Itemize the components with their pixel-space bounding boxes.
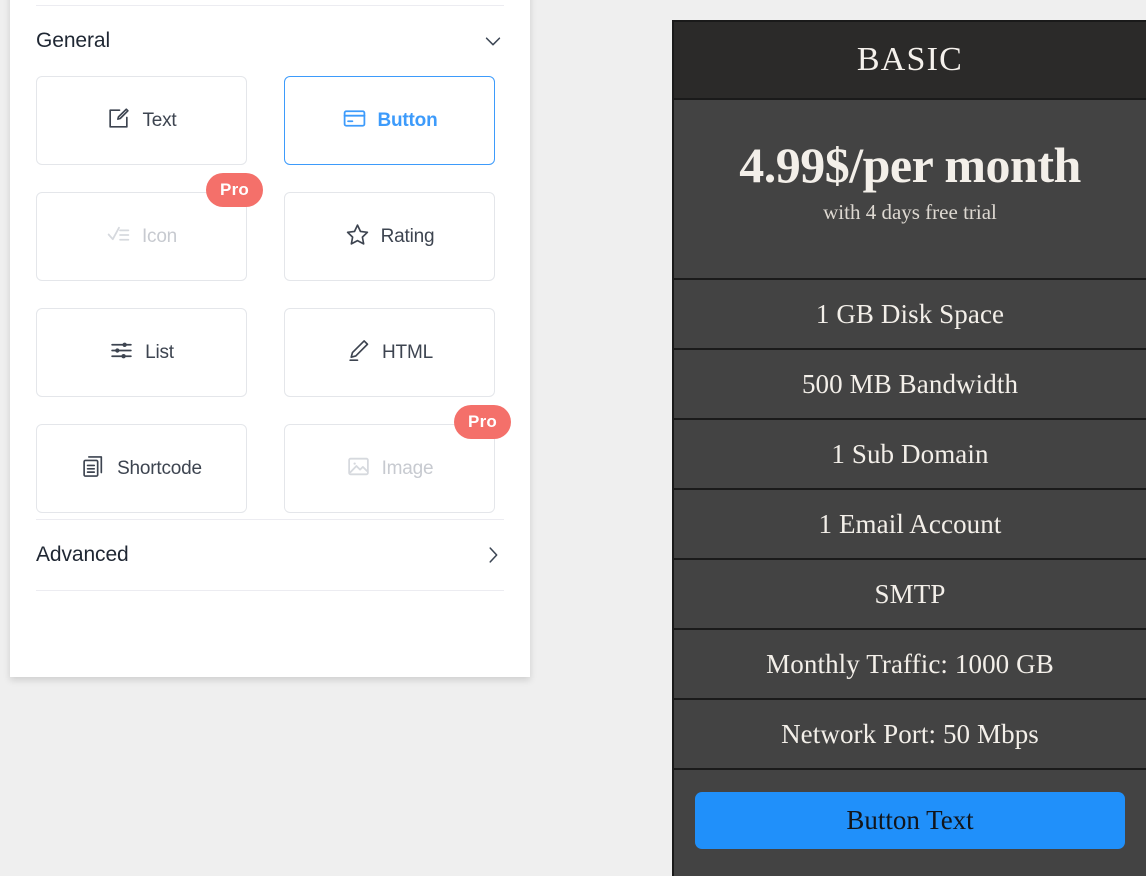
- widget-card-button[interactable]: Button: [284, 76, 495, 165]
- cta-button[interactable]: Button Text: [695, 791, 1125, 849]
- feature-row: Monthly Traffic: 1000 GB: [674, 630, 1146, 700]
- pencil-icon: [346, 338, 371, 368]
- plan-name: BASIC: [856, 41, 964, 78]
- screen-root: General Text Button Pro Icon Rating List…: [0, 0, 1146, 876]
- pricing-header: BASIC: [674, 22, 1146, 100]
- feature-row: Network Port: 50 Mbps: [674, 700, 1146, 770]
- sliders-icon: [109, 338, 134, 368]
- credit-card-icon: [342, 106, 367, 136]
- widget-card-image[interactable]: Pro Image: [284, 405, 511, 513]
- feature-row: 500 MB Bandwidth: [674, 350, 1146, 420]
- star-icon: [345, 222, 370, 252]
- section-title-advanced: Advanced: [36, 543, 129, 566]
- widget-label: Text: [142, 109, 177, 131]
- feature-row: 1 Sub Domain: [674, 420, 1146, 490]
- image-icon: [346, 454, 371, 484]
- edit-square-icon: [106, 106, 131, 136]
- pro-badge: Pro: [206, 173, 263, 207]
- feature-row: 1 Email Account: [674, 490, 1146, 560]
- widget-card-icon[interactable]: Pro Icon: [36, 173, 263, 281]
- price-amount: 4.99$/per month: [739, 136, 1081, 193]
- widget-label: HTML: [382, 341, 433, 363]
- section-header-advanced[interactable]: Advanced: [36, 520, 504, 590]
- widget-grid: Text Button Pro Icon Rating List HTML Sh…: [36, 76, 511, 519]
- widgets-panel: General Text Button Pro Icon Rating List…: [10, 0, 530, 677]
- section-title-general: General: [36, 29, 111, 52]
- widget-card-list[interactable]: List: [36, 308, 247, 397]
- widget-label: Button: [377, 109, 438, 131]
- widget-label: List: [145, 341, 174, 363]
- section-header-general[interactable]: General: [36, 6, 504, 76]
- pricing-table-preview: BASIC 4.99$/per month with 4 days free t…: [672, 20, 1146, 876]
- chevron-right-icon[interactable]: [482, 544, 504, 566]
- widget-label: Image: [381, 457, 434, 479]
- widget-label: Icon: [141, 225, 178, 247]
- widget-card-rating[interactable]: Rating: [284, 192, 495, 281]
- price-note: with 4 days free trial: [823, 200, 997, 225]
- panel-bottom-divider: [36, 590, 504, 591]
- copy-docs-icon: [81, 454, 106, 484]
- checklist-icon: [106, 222, 131, 252]
- price-block: 4.99$/per month with 4 days free trial: [674, 100, 1146, 280]
- pro-badge: Pro: [454, 405, 511, 439]
- widget-label: Rating: [380, 225, 435, 247]
- widget-card-text[interactable]: Text: [36, 76, 247, 165]
- cta-row: Button Text: [674, 770, 1146, 870]
- widget-card-html[interactable]: HTML: [284, 308, 495, 397]
- chevron-down-icon[interactable]: [482, 30, 504, 52]
- feature-row: 1 GB Disk Space: [674, 280, 1146, 350]
- widget-card-shortcode[interactable]: Shortcode: [36, 424, 247, 513]
- feature-row: SMTP: [674, 560, 1146, 630]
- widget-label: Shortcode: [117, 457, 202, 479]
